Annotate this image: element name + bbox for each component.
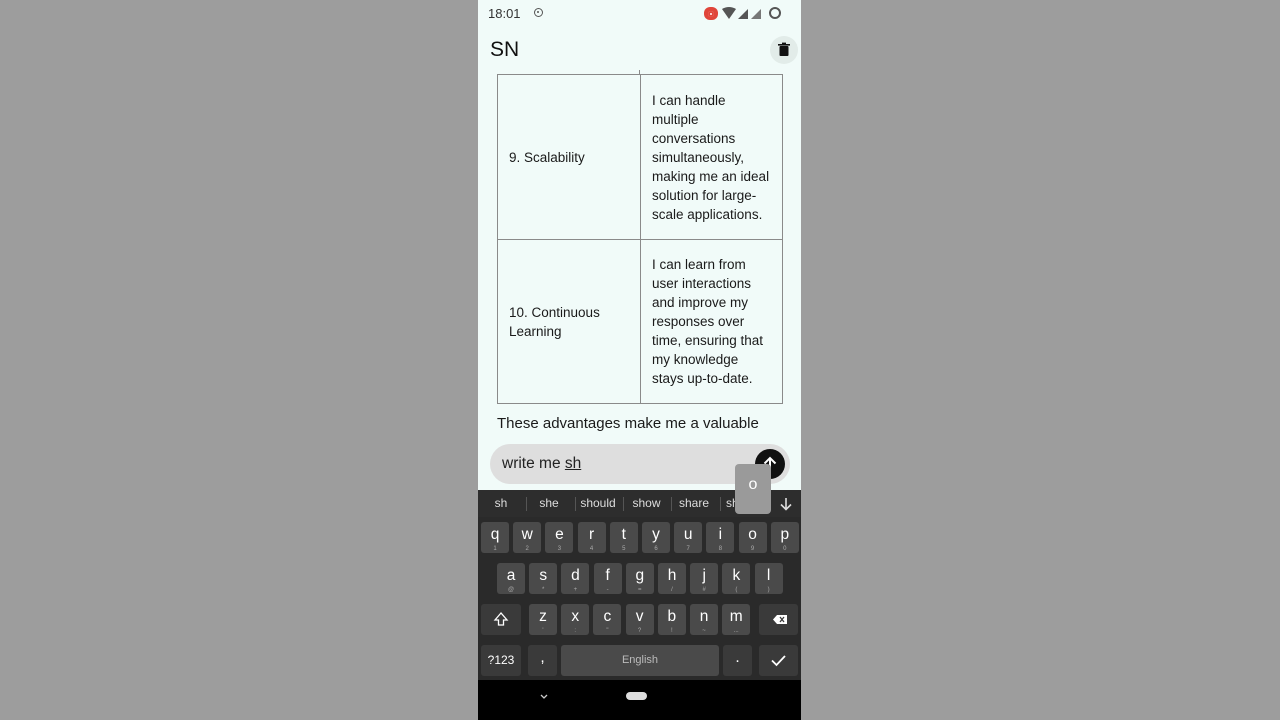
key-j[interactable]: j # xyxy=(690,563,719,594)
key-u[interactable]: u7 xyxy=(674,522,703,553)
signal-icon-2 xyxy=(751,9,761,19)
suggestion-item[interactable]: show xyxy=(630,496,663,510)
trash-icon xyxy=(778,42,790,56)
enter-key[interactable] xyxy=(759,645,798,676)
key-s[interactable]: s * xyxy=(529,563,558,594)
table-row: 9. Scalability I can handle multiple con… xyxy=(497,74,783,240)
feature-cell: 9. Scalability xyxy=(497,74,641,240)
navigation-bar xyxy=(478,680,801,720)
divider xyxy=(671,497,672,511)
shift-key[interactable] xyxy=(481,604,521,635)
key-o[interactable]: o9 xyxy=(738,522,767,553)
key-m[interactable]: m... xyxy=(722,604,751,635)
key-a[interactable]: a @ xyxy=(497,563,525,594)
divider xyxy=(526,497,527,511)
key-t[interactable]: t5 xyxy=(609,522,638,553)
key-y[interactable]: y6 xyxy=(642,522,670,553)
phone-screen: 18:01 SN 9. Scalability I can handle mul… xyxy=(478,0,801,720)
backspace-key[interactable] xyxy=(759,604,798,635)
chat-content: 9. Scalability I can handle multiple con… xyxy=(478,70,801,440)
key-v[interactable]: v? xyxy=(625,604,654,635)
key-i[interactable]: i8 xyxy=(706,522,735,553)
wifi-icon xyxy=(722,7,736,19)
backspace-icon xyxy=(773,615,787,624)
period-key[interactable]: . xyxy=(723,645,752,676)
settings-dot-icon xyxy=(534,8,543,17)
app-title: SN xyxy=(490,38,520,61)
suggestion-item[interactable]: share xyxy=(677,496,711,510)
app-bar: SN xyxy=(478,30,801,70)
key-l[interactable]: l) xyxy=(754,563,783,594)
divider xyxy=(720,497,721,511)
key-x[interactable]: x: xyxy=(561,604,590,635)
suggestion-item[interactable]: sh xyxy=(488,496,514,510)
key-f[interactable]: f- xyxy=(593,563,622,594)
key-e[interactable]: e3 xyxy=(545,522,574,553)
chevron-down-icon[interactable] xyxy=(537,692,551,702)
key-w[interactable]: w2 xyxy=(513,522,542,553)
response-text: These advantages make me a valuable xyxy=(497,415,759,432)
space-bar[interactable]: English xyxy=(561,645,719,676)
table-row: 10. Continuous Learning I can learn from… xyxy=(497,239,783,404)
advantages-table: 9. Scalability I can handle multiple con… xyxy=(497,74,783,404)
key-k[interactable]: k( xyxy=(722,563,751,594)
wifi-signal-icons xyxy=(722,7,761,19)
key-q[interactable]: q1 xyxy=(481,522,509,553)
arrow-down-icon[interactable] xyxy=(778,496,794,512)
divider xyxy=(575,497,576,511)
status-time: 18:01 xyxy=(488,6,521,21)
signal-icon xyxy=(738,9,748,19)
key-preview-popup: o xyxy=(735,464,771,514)
divider xyxy=(623,497,624,511)
battery-icon xyxy=(769,7,781,19)
shift-icon xyxy=(493,612,509,626)
key-g[interactable]: g = xyxy=(625,563,654,594)
message-input-text[interactable]: write me sh xyxy=(502,455,581,473)
key-z[interactable]: z ' xyxy=(529,604,557,635)
key-c[interactable]: c " xyxy=(593,604,622,635)
key-r[interactable]: r4 xyxy=(577,522,606,553)
key-d[interactable]: d + xyxy=(561,563,590,594)
check-icon xyxy=(771,655,786,667)
home-handle[interactable] xyxy=(626,692,647,700)
key-n[interactable]: n ~ xyxy=(690,604,718,635)
delete-button[interactable] xyxy=(770,36,798,64)
key-b[interactable]: b! xyxy=(657,604,686,635)
composing-text: sh xyxy=(564,455,582,472)
description-cell: I can handle multiple conversations simu… xyxy=(640,74,783,240)
status-bar: 18:01 xyxy=(478,0,801,28)
feature-cell: 10. Continuous Learning xyxy=(497,239,641,404)
description-cell: I can learn from user interactions and i… xyxy=(640,239,783,404)
key-p[interactable]: p0 xyxy=(770,522,799,553)
suggestion-item[interactable]: she xyxy=(536,496,562,510)
record-icon xyxy=(704,7,718,20)
comma-key[interactable]: , xyxy=(528,645,557,676)
suggestion-item[interactable]: should xyxy=(579,496,617,510)
symbols-key[interactable]: ?123 xyxy=(481,645,521,676)
key-h[interactable]: h / xyxy=(658,563,686,594)
